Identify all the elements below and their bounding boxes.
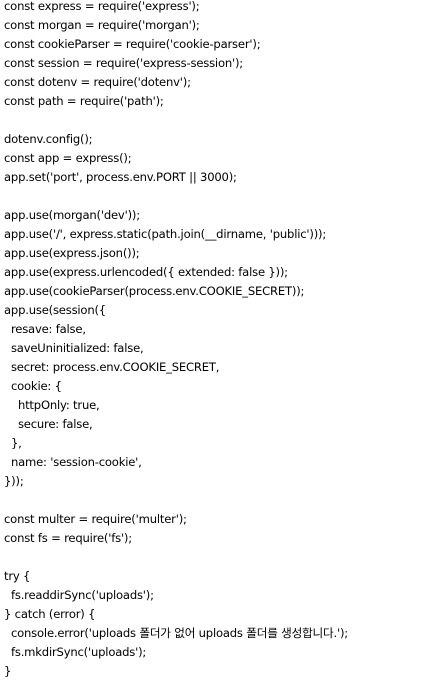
code-line: const express = require('express'); [4,0,200,13]
code-line: const path = require('path'); [4,94,164,108]
code-line: app.use(express.urlencoded({ extended: f… [4,265,288,279]
code-line: resave: false, [4,322,86,336]
code-line: const morgan = require('morgan'); [4,18,200,32]
code-line: app.use(session({ [4,303,106,317]
code-line: httpOnly: true, [4,398,100,412]
code-line: const fs = require('fs'); [4,531,132,545]
code-line: app.use('/', express.static(path.join(__… [4,227,327,241]
code-line: const session = require('express-session… [4,56,244,70]
code-line: } [4,664,12,678]
code-line: const app = express(); [4,151,132,165]
code-view: const express = require('express'); cons… [4,0,432,681]
code-line: name: 'session-cookie', [4,455,142,469]
code-line: cookie: { [4,379,62,393]
code-line: const dotenv = require('dotenv'); [4,75,191,89]
code-line: fs.readdirSync('uploads'); [4,588,154,602]
code-line: }, [4,436,22,450]
code-line: app.use(cookieParser(process.env.COOKIE_… [4,284,305,298]
code-line: app.set('port', process.env.PORT || 3000… [4,170,237,184]
code-line: })); [4,474,24,488]
code-line: app.use(morgan('dev')); [4,208,140,222]
code-line: const multer = require('multer'); [4,512,187,526]
code-line: fs.mkdirSync('uploads'); [4,645,147,659]
code-line: app.use(express.json()); [4,246,140,260]
code-line: console.error('uploads 폴더가 없어 uploads 폴더… [4,626,348,640]
code-line: secure: false, [4,417,93,431]
code-line: try { [4,569,31,583]
code-line: secret: process.env.COOKIE_SECRET, [4,360,220,374]
code-line: saveUninitialized: false, [4,341,144,355]
code-line: const cookieParser = require('cookie-par… [4,37,261,51]
code-line: dotenv.config(); [4,132,93,146]
code-line: } catch (error) { [4,607,96,621]
